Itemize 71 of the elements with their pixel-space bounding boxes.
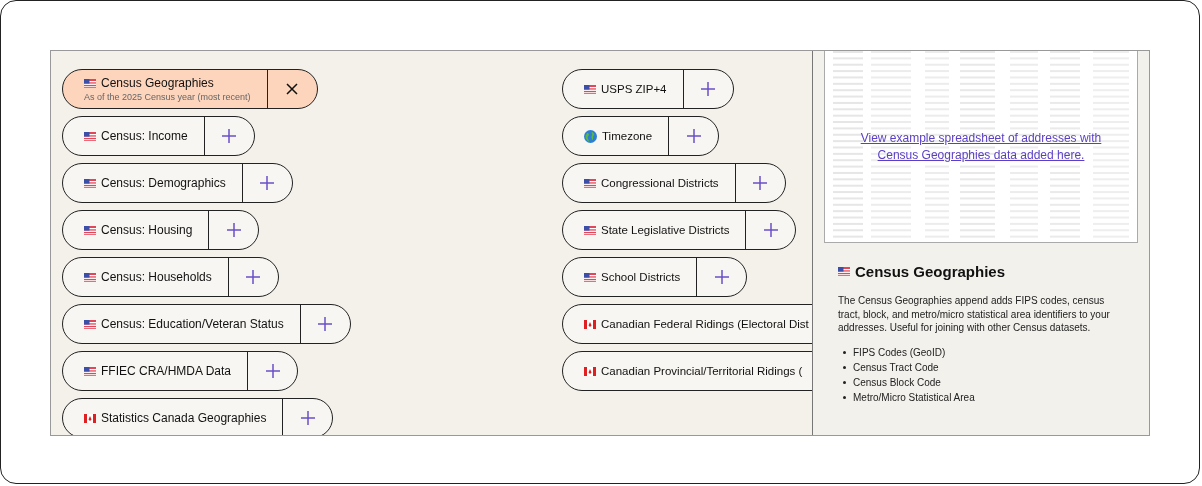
- dataset-label: Canadian Federal Ridings (Electoral Dist: [601, 318, 809, 330]
- dataset-pill[interactable]: Census: Income: [62, 116, 255, 156]
- canada-flag-icon: [584, 366, 596, 376]
- dataset-pill[interactable]: Timezone: [562, 116, 720, 156]
- dataset-pill[interactable]: Statistics Canada Geographies: [62, 398, 334, 435]
- plus-icon: [753, 176, 768, 190]
- plus-icon: [300, 411, 315, 425]
- dataset-title: Census Geographies: [855, 263, 1006, 280]
- us-flag-icon: [84, 272, 96, 282]
- us-flag-icon: [84, 319, 96, 329]
- bullet-icon: [843, 365, 846, 369]
- us-flag-icon: [84, 178, 96, 188]
- bullet-icon: [843, 380, 846, 384]
- dataset-pill[interactable]: State Legislative Districts: [562, 210, 797, 250]
- dataset-pill[interactable]: Census: Households: [62, 257, 279, 297]
- dataset-pill[interactable]: School Districts: [562, 257, 748, 297]
- us-flag-icon: [838, 267, 850, 276]
- dataset-pill[interactable]: Census: Housing: [62, 210, 260, 250]
- globe-icon: [584, 129, 597, 143]
- dataset-pill[interactable]: Census: Demographics: [62, 163, 293, 203]
- dataset-sublabel: As of the 2025 Census year (most recent): [84, 92, 251, 102]
- plus-icon: [701, 82, 715, 96]
- bullet-icon: [843, 350, 846, 354]
- close-icon: [286, 83, 299, 95]
- bullet-icon: [843, 395, 846, 399]
- dataset-pill[interactable]: Canadian Provincial/Territorial Ridings (: [562, 351, 812, 391]
- dataset-label: FFIEC CRA/HMDA Data: [101, 364, 232, 378]
- dataset-pill[interactable]: FFIEC CRA/HMDA Data: [62, 351, 299, 391]
- dataset-label: School Districts: [601, 271, 681, 283]
- field-list-item: Metro/Micro Statistical Area: [853, 390, 975, 405]
- us-flag-icon: [584, 225, 596, 235]
- dataset-pill[interactable]: USPS ZIP+4: [562, 69, 734, 109]
- field-list-item: Census Block Code: [853, 375, 941, 390]
- plus-icon: [260, 176, 275, 190]
- us-flag-icon: [584, 178, 596, 188]
- plus-icon: [763, 223, 778, 237]
- us-flag-icon: [584, 84, 596, 94]
- dataset-label: Canadian Provincial/Territorial Ridings (: [601, 365, 803, 377]
- dataset-label: Census: Households: [101, 270, 212, 284]
- field-list-item: FIPS Codes (GeoID): [853, 345, 946, 360]
- dataset-label: USPS ZIP+4: [601, 83, 667, 95]
- dataset-label: Census: Income: [101, 129, 188, 143]
- us-flag-icon: [84, 366, 96, 376]
- dataset-label: Census: Demographics: [101, 176, 226, 190]
- plus-icon: [686, 129, 701, 143]
- example-spreadsheet-link[interactable]: View example spreadsheet of addresses with Census Geographies data added here.: [856, 129, 1106, 164]
- dataset-description: The Census Geographies append adds FIPS codes, census tract, block, and metro/micro statistical area identifiers to your addresses. Useful for joining with other Census datasets.: [838, 294, 1111, 335]
- us-flag-icon: [584, 272, 596, 282]
- dataset-label: Census Geographies: [101, 76, 214, 90]
- plus-icon: [318, 317, 333, 331]
- plus-icon: [714, 270, 729, 284]
- field-list-item: Census Tract Code: [853, 360, 939, 375]
- us-flag-icon: [84, 78, 96, 88]
- dataset-label: Census: Housing: [101, 223, 193, 237]
- dataset-label: Census: Education/Veteran Status: [101, 317, 284, 331]
- plus-icon: [222, 129, 237, 143]
- plus-icon: [265, 364, 280, 378]
- canada-flag-icon: [84, 413, 96, 423]
- dataset-label: Statistics Canada Geographies: [101, 411, 267, 425]
- dataset-pill[interactable]: Canadian Federal Ridings (Electoral Dist: [562, 304, 812, 344]
- plus-icon: [246, 270, 261, 284]
- dataset-label: State Legislative Districts: [601, 224, 730, 236]
- dataset-label: Congressional Districts: [601, 177, 719, 189]
- canada-flag-icon: [584, 319, 596, 329]
- dataset-label: Timezone: [602, 130, 653, 142]
- plus-icon: [226, 223, 241, 237]
- dataset-pill[interactable]: Census: Education/Veteran Status: [62, 304, 351, 344]
- us-flag-icon: [84, 131, 96, 141]
- us-flag-icon: [84, 225, 96, 235]
- dataset-pill[interactable]: Congressional Districts: [562, 163, 786, 203]
- dataset-pill[interactable]: Census Geographies As of the 2025 Census year (most recent): [62, 69, 318, 109]
